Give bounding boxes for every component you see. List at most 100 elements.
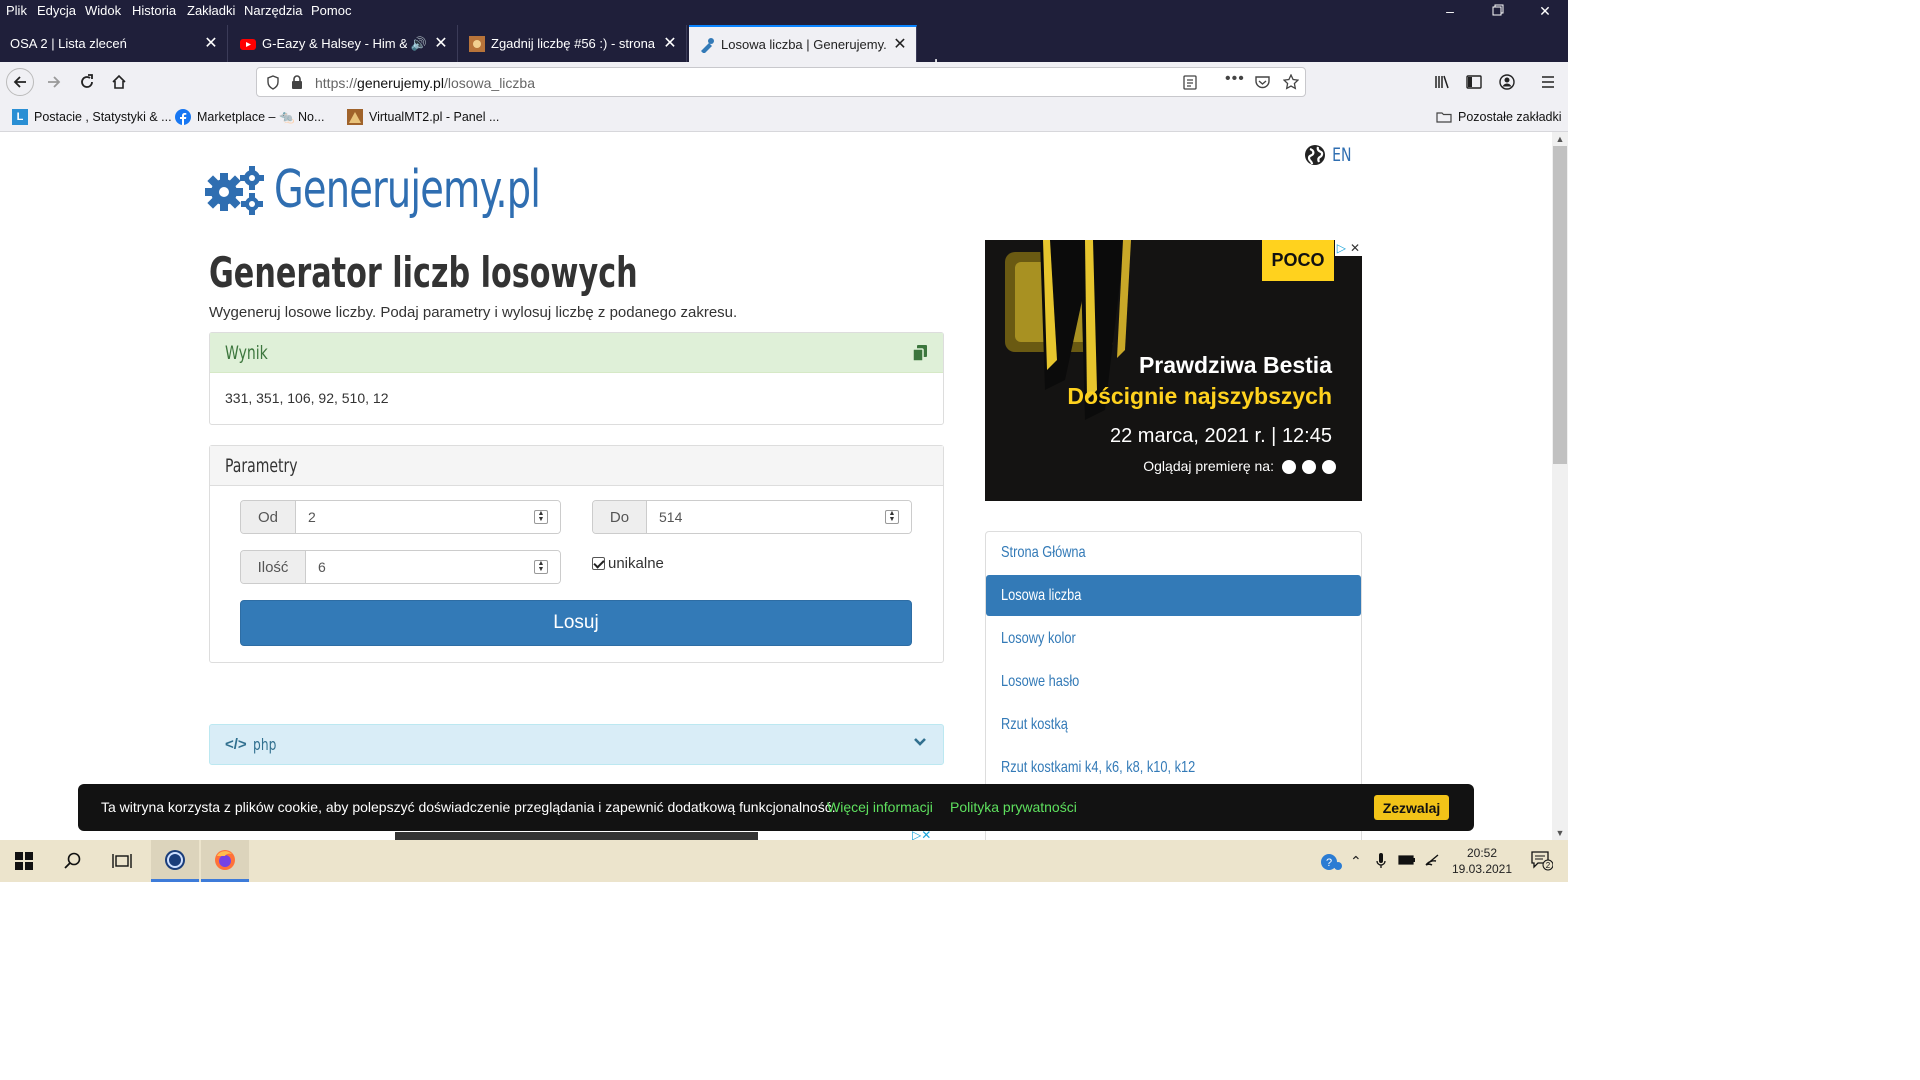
unique-checkbox[interactable] xyxy=(592,557,605,570)
nav-bar: https://generujemy.pl/losowa_liczba ••• xyxy=(0,62,1568,102)
star-icon[interactable] xyxy=(1283,74,1299,90)
unique-checkbox-row[interactable]: unikalne xyxy=(592,555,664,572)
tab-zgadnij[interactable]: Zgadnij liczbę #56 :) - strona 7 ✕ xyxy=(459,25,687,62)
menu-historia[interactable]: Historia xyxy=(132,3,176,18)
other-bookmarks[interactable]: Pozostałe zakładki xyxy=(1436,108,1562,126)
ad-headline: Prawdziwa Bestia xyxy=(1138,352,1332,378)
sidenav-item-dice-set[interactable]: Rzut kostkami k4, k6, k8, k10, k12 xyxy=(986,747,1361,788)
to-input-group: Do 514 ▲ ▼ xyxy=(592,500,912,534)
search-icon xyxy=(64,852,81,869)
sidenav-item-random-color[interactable]: Losowy kolor xyxy=(986,618,1361,659)
number-spinner-icon[interactable]: ▲ ▼ xyxy=(534,510,548,524)
url-bar[interactable]: https://generujemy.pl/losowa_liczba ••• xyxy=(256,67,1306,97)
forward-button[interactable] xyxy=(40,68,68,96)
draw-button[interactable]: Losuj xyxy=(240,600,912,646)
windows-taskbar: ? ⌃ 20:52 19.03.2021 2 xyxy=(0,840,1568,882)
count-value: 6 xyxy=(318,559,326,575)
virtualmt2-icon xyxy=(347,109,363,125)
adchoices-icon[interactable]: ▷✕ xyxy=(1334,240,1362,256)
speaker-icon[interactable]: 🔊 xyxy=(411,36,427,52)
language-label: EN xyxy=(1332,144,1352,166)
ad-watch-text: Oglądaj premierę na: xyxy=(1143,458,1274,474)
page-scrollbar[interactable]: ▲ ▼ xyxy=(1552,132,1568,840)
close-window-icon[interactable]: ✕ xyxy=(1538,4,1552,18)
unique-label: unikalne xyxy=(608,555,664,572)
account-button[interactable] xyxy=(1493,68,1521,96)
tab-title: OSA 2 | Lista zleceń xyxy=(10,36,127,51)
php-code-panel[interactable]: </> php xyxy=(209,724,944,765)
bookmark-postacie[interactable]: L Postacie , Statystyki & ... xyxy=(12,108,172,126)
advertisement-banner[interactable]: POCO ▷ ✕ Prawdziwa Bestia Doścignie najsz… xyxy=(985,240,1362,501)
microphone-icon[interactable] xyxy=(1376,853,1386,872)
taskbar-clock[interactable]: 20:52 19.03.2021 xyxy=(1450,845,1514,877)
privacy-policy-link[interactable]: Polityka prywatności xyxy=(950,799,1077,815)
scroll-up-icon[interactable]: ▲ xyxy=(1552,132,1568,146)
taskbar-app-cortana[interactable] xyxy=(151,840,199,882)
start-button[interactable] xyxy=(0,840,48,882)
search-button[interactable] xyxy=(49,840,97,882)
menu-pomoc[interactable]: Pomoc xyxy=(311,3,351,18)
sidenav-item-random-number[interactable]: Losowa liczba xyxy=(986,575,1361,616)
number-spinner-icon[interactable]: ▲ ▼ xyxy=(885,510,899,524)
help-icon[interactable]: ? xyxy=(1320,853,1342,874)
more-actions-icon[interactable]: ••• xyxy=(1225,70,1245,88)
sidenav-item-home[interactable]: Strona Główna xyxy=(986,532,1361,573)
menu-zakladki[interactable]: Zakładki xyxy=(187,3,235,18)
sidenav-item-dice[interactable]: Rzut kostką xyxy=(986,704,1361,745)
ad-brand-logo: POCO xyxy=(1262,240,1334,281)
result-value: 331, 351, 106, 92, 510, 12 xyxy=(225,390,389,406)
to-input[interactable]: 514 ▲ ▼ xyxy=(647,501,911,533)
tab-osa[interactable]: OSA 2 | Lista zleceń ✕ xyxy=(0,25,228,62)
url-text[interactable]: https://generujemy.pl/losowa_liczba xyxy=(315,75,535,91)
number-spinner-icon[interactable]: ▲ ▼ xyxy=(534,560,548,574)
library-button[interactable] xyxy=(1428,68,1456,96)
back-button[interactable] xyxy=(6,68,34,96)
cookie-more-info-link[interactable]: Więcej informacji xyxy=(827,799,933,815)
home-button[interactable] xyxy=(105,68,133,96)
tab-close-icon[interactable]: ✕ xyxy=(433,35,449,52)
site-logo[interactable]: Generujemy.pl xyxy=(204,160,599,220)
restore-icon[interactable] xyxy=(1491,4,1505,18)
sidenav-item-random-password[interactable]: Losowe hasło xyxy=(986,661,1361,702)
pocket-icon[interactable] xyxy=(1255,75,1270,89)
minimize-icon[interactable]: – xyxy=(1443,4,1457,18)
menu-narzedzia[interactable]: Narzędzia xyxy=(244,3,303,18)
tab-youtube[interactable]: G-Eazy & Halsey - Him & I ( 🔊 ✕ xyxy=(230,25,458,62)
notifications-button[interactable]: 2 xyxy=(1518,840,1566,882)
menu-edycja[interactable]: Edycja xyxy=(37,3,76,18)
language-switch[interactable]: EN xyxy=(1304,144,1354,166)
sidenav-label: Losowy kolor xyxy=(1001,629,1076,647)
copy-icon[interactable] xyxy=(913,345,927,361)
svg-text:?: ? xyxy=(1326,857,1332,869)
battery-icon[interactable] xyxy=(1398,853,1416,870)
youtube-social-icon xyxy=(1282,460,1296,474)
bookmark-marketplace[interactable]: Marketplace – 🐀 No... xyxy=(175,108,324,126)
tab-close-icon[interactable]: ✕ xyxy=(662,35,678,52)
tab-close-icon[interactable]: ✕ xyxy=(203,35,219,52)
task-view-button[interactable] xyxy=(98,840,146,882)
scroll-down-icon[interactable]: ▼ xyxy=(1552,826,1568,840)
menu-widok[interactable]: Widok xyxy=(85,3,121,18)
tab-generujemy[interactable]: Losowa liczba | Generujemy.pl ✕ xyxy=(689,25,917,62)
menu-bar: Plik Edycja Widok Historia Zakładki Narz… xyxy=(0,0,1568,22)
menu-plik[interactable]: Plik xyxy=(6,3,27,18)
chevron-up-icon[interactable]: ⌃ xyxy=(1350,853,1362,870)
wifi-icon[interactable] xyxy=(1424,853,1440,870)
taskbar-app-firefox[interactable] xyxy=(201,840,249,882)
chevron-down-icon[interactable] xyxy=(913,737,927,747)
scrollbar-thumb[interactable] xyxy=(1553,146,1567,464)
count-input[interactable]: 6 ▲ ▼ xyxy=(306,551,560,583)
reload-button[interactable] xyxy=(73,68,101,96)
url-domain: generujemy.pl xyxy=(357,75,444,91)
tab-close-icon[interactable]: ✕ xyxy=(892,36,908,53)
facebook-social-icon xyxy=(1302,460,1316,474)
from-input[interactable]: 2 ▲ ▼ xyxy=(296,501,560,533)
menu-button[interactable] xyxy=(1534,68,1562,96)
reader-view-icon[interactable] xyxy=(1183,75,1197,90)
sidebar-button[interactable] xyxy=(1460,68,1488,96)
bookmark-virtualmt2[interactable]: VirtualMT2.pl - Panel ... xyxy=(347,108,499,126)
shield-icon[interactable] xyxy=(266,75,280,90)
cookie-accept-button[interactable]: Zezwalaj xyxy=(1374,795,1449,820)
lock-icon[interactable] xyxy=(291,75,303,90)
bottom-ad-strip[interactable] xyxy=(395,832,758,840)
